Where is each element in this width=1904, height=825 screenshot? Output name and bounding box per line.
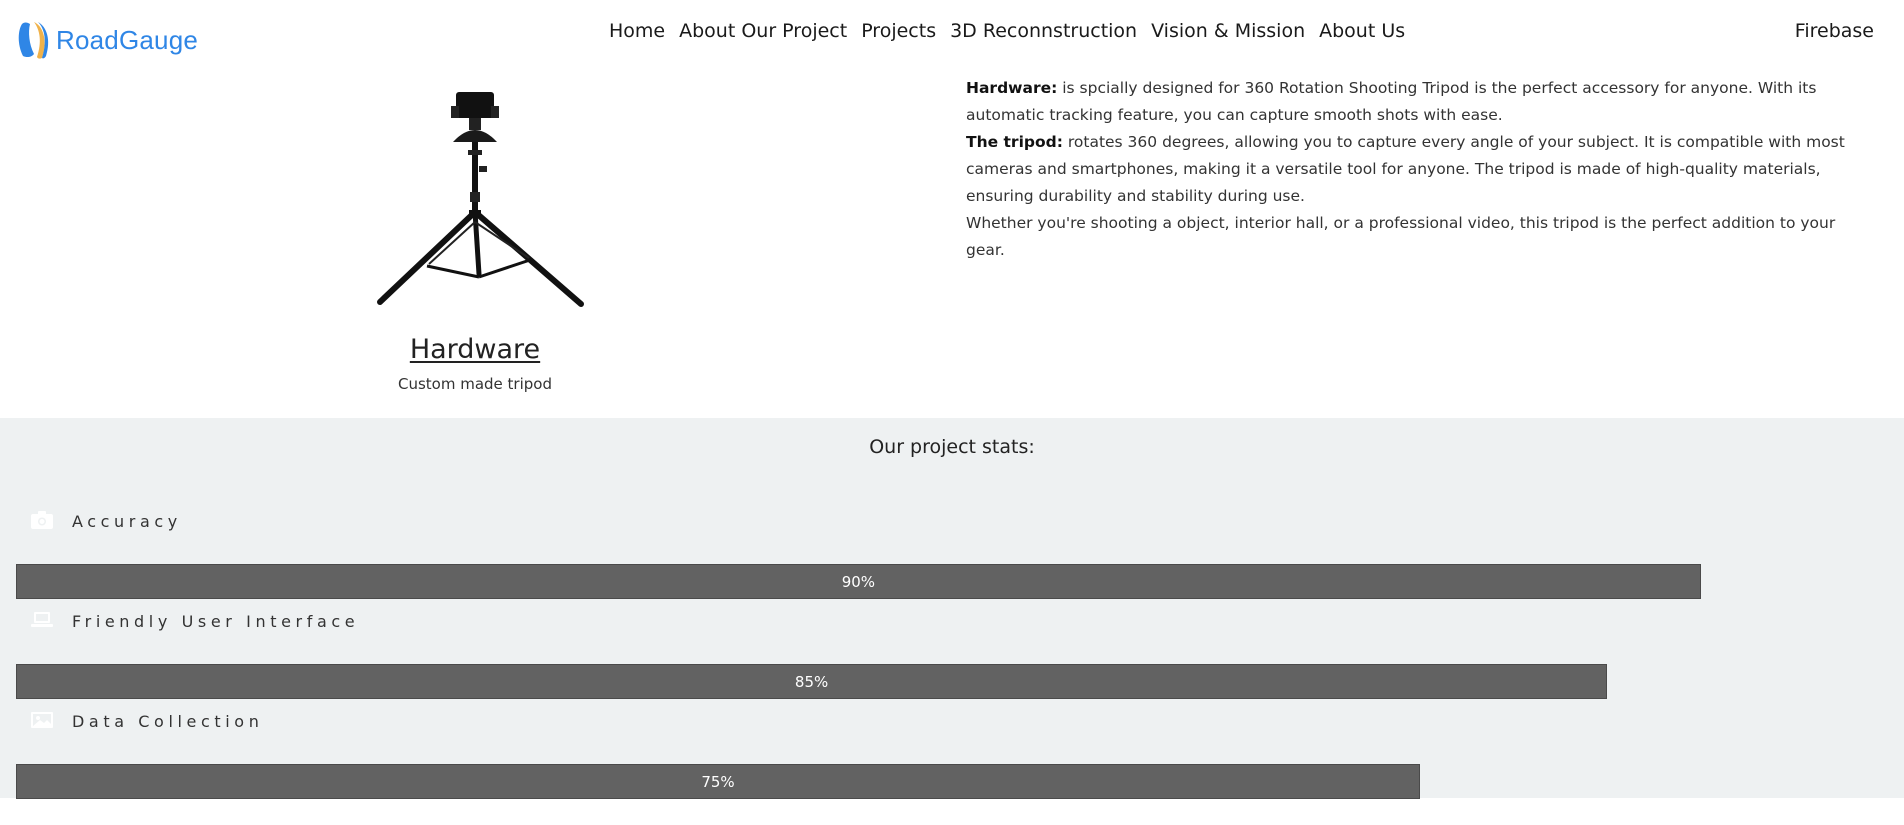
nav-3d-reconstruction[interactable]: 3D Reconnstruction bbox=[943, 18, 1144, 44]
stats-title: Our project stats: bbox=[869, 436, 1035, 458]
nav-about-project[interactable]: About Our Project bbox=[672, 18, 854, 44]
image-icon bbox=[31, 712, 53, 728]
desc-strong-hardware: Hardware: bbox=[966, 79, 1058, 97]
progress-bar-data-collection: 75% bbox=[16, 764, 1888, 799]
nav-about-us[interactable]: About Us bbox=[1312, 18, 1412, 44]
desc-text-usage: Whether you're shooting a object, interi… bbox=[966, 214, 1836, 259]
nav-projects[interactable]: Projects bbox=[854, 18, 943, 44]
desc-paragraph-tripod: The tripod: rotates 360 degrees, allowin… bbox=[966, 129, 1866, 210]
desc-paragraph-usage: Whether you're shooting a object, interi… bbox=[966, 210, 1866, 264]
progress-fill-accuracy: 90% bbox=[16, 564, 1701, 599]
nav-home[interactable]: Home bbox=[602, 18, 672, 44]
stat-label-friendly-ui: Friendly User Interface bbox=[72, 612, 360, 631]
brand-link[interactable]: RoadGauge bbox=[16, 20, 198, 60]
hardware-title[interactable]: Hardware bbox=[410, 334, 540, 365]
laptop-icon bbox=[31, 612, 53, 627]
camera-icon bbox=[31, 511, 53, 529]
progress-bar-accuracy: 90% bbox=[16, 564, 1888, 599]
progress-fill-data-collection: 75% bbox=[16, 764, 1420, 799]
main-menu: Home About Our Project Projects 3D Recon… bbox=[602, 18, 1412, 44]
stat-label-data-collection: Data Collection bbox=[72, 712, 264, 731]
desc-strong-tripod: The tripod: bbox=[966, 133, 1063, 151]
hardware-card: Hardware Custom made tripod bbox=[320, 82, 630, 393]
desc-text-hardware: is spcially designed for 360 Rotation Sh… bbox=[966, 79, 1817, 124]
nav-firebase[interactable]: Firebase bbox=[1795, 18, 1874, 44]
brand-name: RoadGauge bbox=[56, 24, 199, 55]
hardware-description: Hardware: is spcially designed for 360 R… bbox=[966, 75, 1866, 264]
tripod-image bbox=[377, 92, 584, 307]
desc-paragraph-hardware: Hardware: is spcially designed for 360 R… bbox=[966, 75, 1866, 129]
nav-vision-mission[interactable]: Vision & Mission bbox=[1144, 18, 1312, 44]
desc-text-tripod: rotates 360 degrees, allowing you to cap… bbox=[966, 133, 1845, 205]
hardware-subtitle: Custom made tripod bbox=[398, 375, 552, 393]
navbar: RoadGauge Home About Our Project Project… bbox=[0, 0, 1904, 70]
project-stats-section: Our project stats: Accuracy 90% Friendly… bbox=[0, 418, 1904, 799]
stat-label-accuracy: Accuracy bbox=[72, 512, 182, 531]
progress-bar-friendly-ui: 85% bbox=[16, 664, 1888, 699]
roadgauge-logo-icon bbox=[18, 22, 49, 59]
progress-fill-friendly-ui: 85% bbox=[16, 664, 1608, 699]
